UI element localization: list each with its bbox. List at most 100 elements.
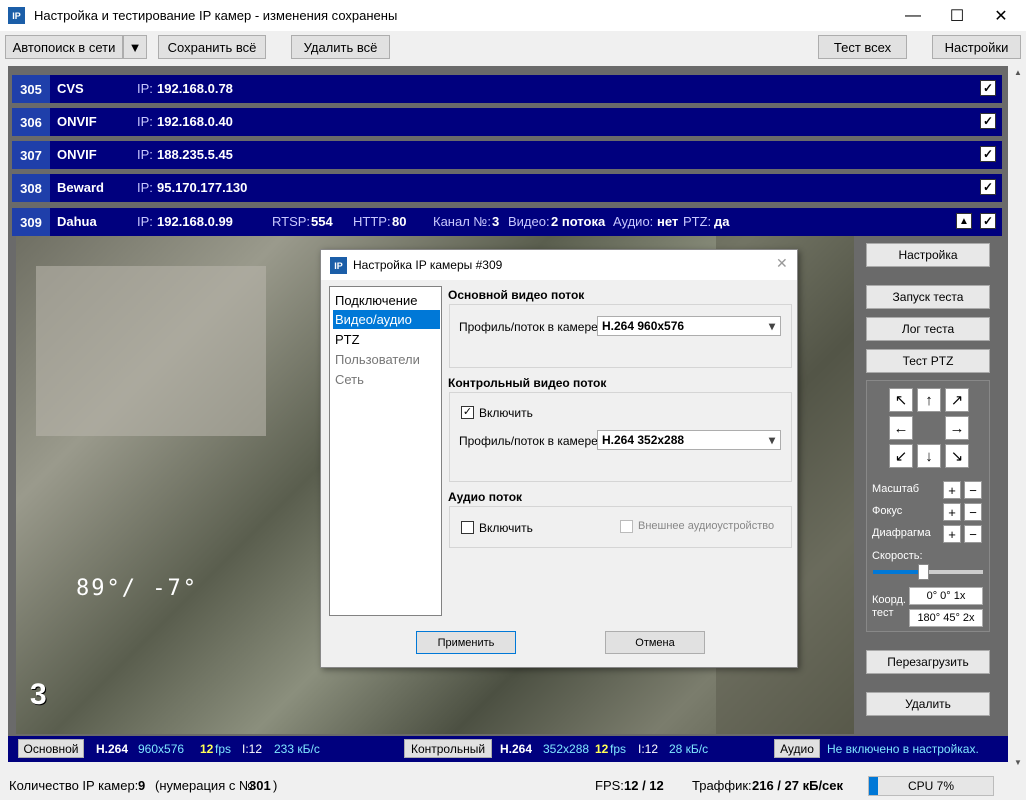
arrow-down-right-icon[interactable]: ↘ (945, 444, 969, 468)
settings-button[interactable]: Настройки (932, 35, 1021, 59)
external-audio-checkbox[interactable] (620, 520, 633, 533)
control-iframe: I:12 (638, 742, 659, 756)
audio-label: Аудио: (613, 214, 654, 229)
zoom-minus-button[interactable]: − (964, 481, 982, 499)
numbering-suffix: ) (273, 778, 278, 793)
camera-name: Beward (57, 180, 104, 195)
control-fps: 12 (595, 742, 609, 756)
iris-minus-button[interactable]: − (964, 525, 982, 543)
main-profile-select[interactable]: H.264 960x576 (597, 316, 781, 336)
arrow-left-icon[interactable]: ← (889, 416, 913, 440)
arrow-down-icon[interactable]: ↓ (917, 444, 941, 468)
nav-video-audio[interactable]: Видео/аудио (333, 310, 440, 329)
speed-label: Скорость: (872, 550, 923, 562)
test-log-button[interactable]: Лог теста (866, 317, 990, 341)
collapse-icon[interactable]: ▲ (956, 213, 972, 229)
delete-all-button[interactable]: Удалить всё (291, 35, 390, 59)
audio-button[interactable]: Аудио (774, 739, 820, 758)
camera-row-306[interactable]: 306 ONVIF IP: 192.168.0.40 ✓ (12, 108, 1002, 136)
camera-checkbox[interactable]: ✓ (980, 213, 996, 229)
main-stream-button[interactable]: Основной (18, 739, 84, 758)
coord-test-2-button[interactable]: 180° 45° 2x (909, 609, 983, 627)
iris-plus-button[interactable]: + (943, 525, 961, 543)
audio-stream-heading: Аудио поток (448, 490, 523, 504)
control-bitrate: 28 кБ/с (669, 742, 709, 756)
nav-ptz[interactable]: PTZ (333, 330, 440, 349)
main-resolution: 960x576 (138, 742, 185, 756)
scroll-up-icon[interactable]: ▲ (1014, 68, 1022, 77)
close-button[interactable]: ✕ (978, 0, 1024, 31)
zoom-plus-button[interactable]: + (943, 481, 961, 499)
scroll-down-icon[interactable]: ▼ (1014, 758, 1022, 767)
ptz-value: да (714, 214, 730, 229)
camera-settings-dialog: IP Настройка IP камеры #309 ✕ Подключени… (320, 249, 798, 668)
building-wall (36, 266, 266, 436)
arrow-up-icon[interactable]: ↑ (917, 388, 941, 412)
arrow-down-left-icon[interactable]: ↙ (889, 444, 913, 468)
test-ptz-button[interactable]: Тест PTZ (866, 349, 990, 373)
nav-users[interactable]: Пользователи (333, 350, 440, 369)
dialog-title: Настройка IP камеры #309 (353, 258, 503, 272)
save-all-button[interactable]: Сохранить всё (158, 35, 266, 59)
camera-row-307[interactable]: 307 ONVIF IP: 188.235.5.45 ✓ (12, 141, 1002, 169)
zoom-label: Масштаб (872, 483, 920, 495)
camera-number: 309 (12, 208, 50, 236)
ip-label: IP: (137, 214, 153, 229)
vertical-scrollbar[interactable]: ▲ ▼ (1010, 66, 1026, 772)
camera-row-305[interactable]: 305 CVS IP: 192.168.0.78 ✓ (12, 75, 1002, 103)
test-all-button[interactable]: Тест всех (818, 35, 907, 59)
arrow-right-icon[interactable]: → (945, 416, 969, 440)
nav-connection[interactable]: Подключение (333, 291, 440, 310)
arrow-up-left-icon[interactable]: ↖ (889, 388, 913, 412)
control-stream-button[interactable]: Контрольный (404, 739, 492, 758)
camera-row-308[interactable]: 308 Beward IP: 95.170.177.130 ✓ (12, 174, 1002, 202)
audio-enable-checkbox[interactable] (461, 521, 474, 534)
camera-checkbox[interactable]: ✓ (980, 179, 996, 195)
audio-value: нет (657, 214, 679, 229)
run-test-button[interactable]: Запуск теста (866, 285, 990, 309)
cpu-meter: CPU 7% (868, 776, 994, 796)
stream-info-bar: Основной H.264 960x576 12 fps I:12 233 к… (8, 736, 1008, 762)
minimize-button[interactable]: — (890, 0, 936, 31)
autosearch-button[interactable]: Автопоиск в сети (5, 35, 123, 59)
camera-checkbox[interactable]: ✓ (980, 80, 996, 96)
speed-slider-thumb[interactable] (917, 564, 929, 580)
coord-test-1-button[interactable]: 0° 0° 1x (909, 587, 983, 605)
audio-status: Не включено в настройках. (827, 742, 979, 756)
dialog-close-icon[interactable]: ✕ (776, 255, 788, 272)
maximize-button[interactable]: ☐ (934, 0, 980, 31)
arrow-up-right-icon[interactable]: ↗ (945, 388, 969, 412)
delete-camera-button[interactable]: Удалить (866, 692, 990, 716)
camera-name: ONVIF (57, 114, 97, 129)
speed-slider-track[interactable] (873, 564, 983, 580)
cancel-button[interactable]: Отмена (605, 631, 705, 654)
apply-button[interactable]: Применить (416, 631, 516, 654)
main-fps: 12 (200, 742, 214, 756)
setup-button[interactable]: Настройка (866, 243, 990, 267)
camera-checkbox[interactable]: ✓ (980, 146, 996, 162)
camera-checkbox[interactable]: ✓ (980, 113, 996, 129)
ip-label: IP: (137, 81, 153, 96)
camera-row-309-active[interactable]: 309 Dahua IP: 192.168.0.99 RTSP: 554 HTT… (12, 208, 1002, 236)
fps-value: 12 / 12 (624, 778, 664, 793)
traffic-value: 216 / 27 кБ/сек (752, 778, 844, 793)
control-enable-checkbox[interactable]: ✓ (461, 406, 474, 419)
focus-plus-button[interactable]: + (943, 503, 961, 521)
chevron-down-icon: ▼ (128, 39, 142, 55)
cpu-label: CPU 7% (907, 779, 954, 793)
control-profile-select[interactable]: H.264 352x288 (597, 430, 781, 450)
app-icon: IP (8, 7, 25, 24)
fps-label: FPS: (595, 778, 624, 793)
reboot-button[interactable]: Перезагрузить (866, 650, 990, 674)
focus-minus-button[interactable]: − (964, 503, 982, 521)
nav-network[interactable]: Сеть (333, 370, 440, 389)
camera-number: 305 (12, 75, 50, 103)
ptz-coords-overlay: 89°/ -7° (76, 576, 198, 601)
camera-ip: 192.168.0.99 (157, 214, 233, 229)
focus-label: Фокус (872, 505, 903, 517)
main-codec: H.264 (96, 742, 129, 756)
autosearch-dropdown-button[interactable]: ▼ (123, 35, 147, 59)
dialog-title-bar: IP Настройка IP камеры #309 ✕ (321, 250, 797, 280)
control-fps-unit: fps (610, 742, 627, 756)
channel-overlay: 3 (30, 678, 47, 711)
